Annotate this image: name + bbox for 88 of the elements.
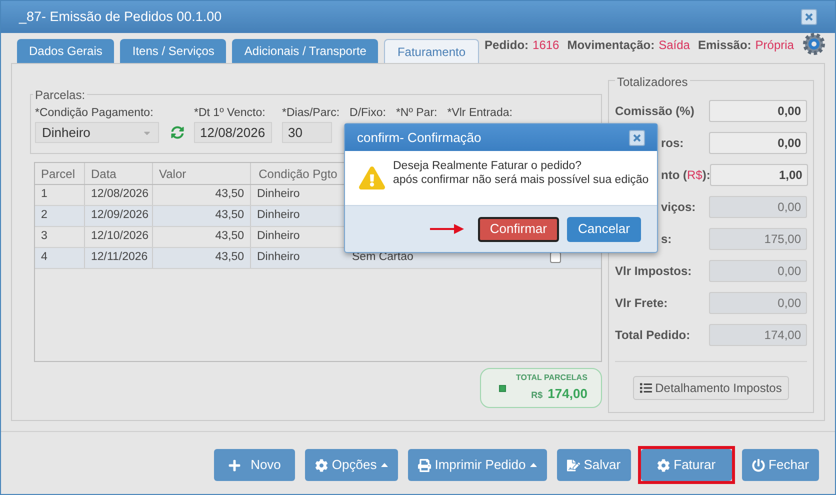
total-label: Comissão (%) <box>615 103 694 120</box>
info-label: Pedido: <box>484 37 529 54</box>
table-cell: 12/08/2026 <box>85 185 153 205</box>
tab[interactable]: Dados Gerais <box>17 39 114 63</box>
info-value: Própria <box>755 37 794 54</box>
tab[interactable]: Adicionais / Transporte <box>232 39 378 63</box>
table-cell-text: Dinheiro <box>256 229 301 244</box>
table-cell: 12/11/2026 <box>85 248 153 268</box>
close-icon <box>632 132 642 142</box>
info-value: Saída <box>658 37 690 54</box>
toolbar-button[interactable]: Opções <box>304 449 398 481</box>
info-value: 1616 <box>532 37 560 54</box>
column-header: Parcel <box>35 163 85 184</box>
total-label: viços: <box>661 199 696 216</box>
details-button[interactable]: Detalhamento Impostos <box>633 376 789 400</box>
plus-icon <box>228 458 241 472</box>
close-button[interactable] <box>801 9 817 25</box>
dialog-title: confirm- Confirmação <box>357 128 482 147</box>
close-button[interactable] <box>629 130 645 146</box>
dialog-message: após confirmar não será mais possível sua edição <box>393 173 649 187</box>
total-label: ros: <box>661 135 684 152</box>
toolbar-button[interactable]: Salvar <box>556 449 631 481</box>
close-icon <box>804 12 814 22</box>
info-label: Emissão: <box>698 37 752 54</box>
field-label: *Vlr Entrada: <box>447 106 512 121</box>
total-label: Vlr Frete: <box>615 295 668 312</box>
total-label: s: <box>661 231 672 248</box>
toolbar-button[interactable]: Faturar <box>640 449 732 481</box>
total-parcelas-value: 174,00 <box>548 385 588 404</box>
toolbar-button[interactable]: Novo <box>214 449 295 481</box>
table-cell: 2 <box>35 206 85 226</box>
field-label: D/Fixo: <box>350 106 386 121</box>
toolbar-button[interactable]: Imprimir Pedido <box>408 449 547 481</box>
dialog-button[interactable]: Cancelar <box>566 216 641 242</box>
gear-icon <box>314 458 328 472</box>
field-label: *Dias/Parc: <box>282 106 340 121</box>
total-label: Total Pedido: <box>615 327 690 344</box>
table-cell: 12/10/2026 <box>85 227 153 247</box>
select-field[interactable]: Dinheiro <box>35 122 159 144</box>
window-title: _87- Emissão de Pedidos 00.1.00 <box>19 8 222 26</box>
toolbar-button[interactable]: Fechar <box>742 449 819 481</box>
table-cell: 4 <box>35 248 85 268</box>
total-label: Vlr Impostos: <box>615 263 692 280</box>
info-label: Movimentação: <box>567 37 655 54</box>
table-cell: 43,50 <box>153 227 251 247</box>
arrow-icon <box>430 224 464 234</box>
table-cell: 3 <box>35 227 85 247</box>
dialog-button[interactable]: Confirmar <box>478 216 559 242</box>
gear-icon <box>656 458 670 472</box>
currency-label: R$ <box>531 389 543 402</box>
column-header: Valor <box>153 163 251 184</box>
table-cell: 43,50 <box>153 248 251 268</box>
field-label: *Condição Pagamento: <box>35 106 154 121</box>
list-icon <box>640 382 652 394</box>
total-value-field: 175,00 <box>709 228 807 250</box>
table-cell: 12/09/2026 <box>85 206 153 226</box>
table-cell-text: Dinheiro <box>256 187 301 202</box>
total-parcelas-label: TOTAL PARCELAS <box>516 372 588 384</box>
caret-icon <box>530 463 537 467</box>
gear-icon[interactable] <box>802 32 826 56</box>
column-header: Data <box>85 163 153 184</box>
total-value-field: 174,00 <box>709 324 807 346</box>
power-icon <box>752 458 765 472</box>
total-value-field[interactable]: 0,00 <box>709 100 807 122</box>
refresh-icon[interactable] <box>171 126 184 140</box>
table-cell-text: Dinheiro <box>256 208 301 224</box>
caret-icon <box>380 463 388 467</box>
checkbox[interactable] <box>550 252 561 263</box>
total-label: nto (R$): <box>661 167 710 184</box>
warning-icon <box>359 165 385 191</box>
card-icon <box>499 384 506 392</box>
field-label: *Dt 1º Vencto: <box>194 106 266 121</box>
dialog-message: Deseja Realmente Faturar o pedido? <box>393 159 583 173</box>
total-value-field[interactable]: 0,00 <box>709 132 807 154</box>
tab[interactable]: Faturamento <box>384 39 479 63</box>
table-cell: 1 <box>35 185 85 205</box>
total-value-field[interactable]: 1,00 <box>710 164 808 186</box>
printer-icon <box>418 458 431 472</box>
field-label: *Nº Par: <box>396 106 438 121</box>
table-cell: 43,50 <box>153 185 251 205</box>
total-value-field: 0,00 <box>709 292 807 314</box>
input-field[interactable]: 30 <box>282 122 332 144</box>
input-field[interactable]: 12/08/2026 <box>194 122 272 144</box>
tab[interactable]: Itens / Serviços <box>120 39 226 63</box>
table-cell-text: Dinheiro <box>256 250 301 266</box>
table-cell: 43,50 <box>153 206 251 226</box>
total-value-field: 0,00 <box>709 260 807 282</box>
total-value-field: 0,00 <box>709 196 807 218</box>
